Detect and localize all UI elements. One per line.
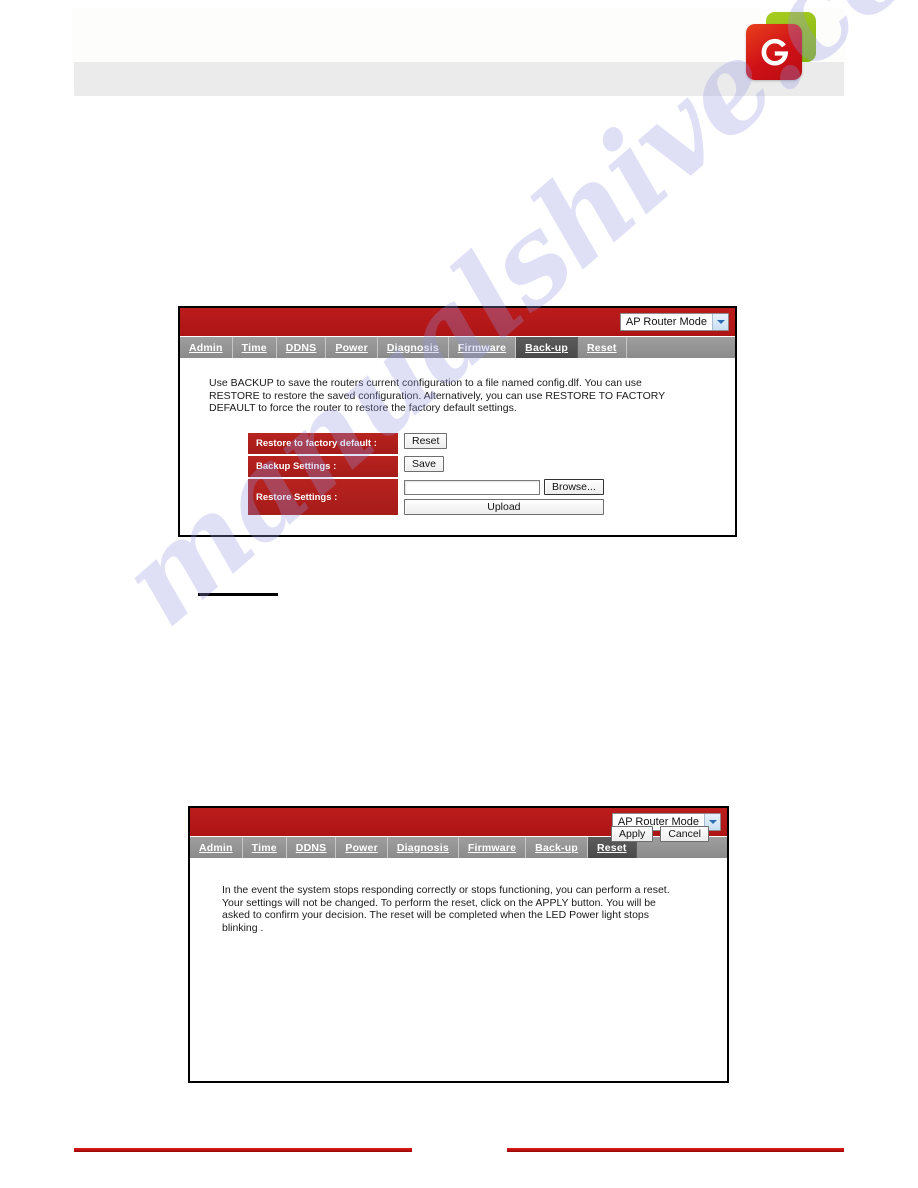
panel-topbar: AP Router Mode	[180, 308, 735, 336]
reset-description: In the event the system stops responding…	[222, 884, 670, 934]
reset-button[interactable]: Reset	[404, 433, 448, 449]
panel-action-buttons: Apply Cancel	[611, 826, 709, 842]
tab-time[interactable]: Time	[233, 337, 277, 358]
footer-rule-left	[74, 1148, 412, 1152]
tab-diagnosis[interactable]: Diagnosis	[378, 337, 449, 358]
tabbar-filler	[627, 337, 735, 358]
form-row-restore-factory-default: Restore to factory default : Reset	[248, 433, 688, 454]
section-underline-rule	[198, 593, 278, 596]
restore-file-input[interactable]	[404, 479, 540, 495]
router-admin-panel-backup: AP Router Mode Admin Time DDNS Power Dia…	[178, 306, 737, 537]
row-label-backup-settings: Backup Settings :	[248, 456, 398, 477]
row-label-restore-settings: Restore Settings :	[248, 479, 398, 515]
panel-tabbar: Admin Time DDNS Power Diagnosis Firmware…	[180, 336, 735, 358]
backup-form: Restore to factory default : Reset Backu…	[248, 433, 688, 517]
logo-red-square	[746, 24, 802, 80]
tab-backup[interactable]: Back-up	[526, 837, 588, 858]
router-admin-panel-reset: AP Router Mode Admin Time DDNS Power Dia…	[188, 806, 729, 1083]
tab-ddns[interactable]: DDNS	[277, 337, 327, 358]
operation-mode-value: AP Router Mode	[625, 316, 707, 328]
apply-button[interactable]: Apply	[611, 826, 654, 842]
logo-e-icon	[757, 34, 793, 70]
tab-admin[interactable]: Admin	[190, 837, 243, 858]
tab-power[interactable]: Power	[326, 337, 378, 358]
tab-ddns[interactable]: DDNS	[287, 837, 337, 858]
form-row-backup-settings: Backup Settings : Save	[248, 456, 688, 477]
tab-firmware[interactable]: Firmware	[459, 837, 527, 858]
upload-button[interactable]: Upload	[404, 499, 604, 515]
form-row-restore-settings: Restore Settings : Browse... Upload	[248, 479, 688, 515]
cancel-button[interactable]: Cancel	[660, 826, 709, 842]
save-button[interactable]: Save	[404, 456, 444, 472]
chevron-down-icon[interactable]	[712, 314, 728, 330]
footer-rule-right	[507, 1148, 844, 1152]
backup-description: Use BACKUP to save the routers current c…	[209, 377, 665, 414]
tab-diagnosis[interactable]: Diagnosis	[388, 837, 459, 858]
browse-button[interactable]: Browse...	[544, 479, 604, 495]
tab-power[interactable]: Power	[336, 837, 388, 858]
page-header	[74, 0, 844, 96]
brand-logo	[742, 8, 822, 90]
file-picker-row: Browse...	[404, 479, 604, 495]
row-field-backup-settings: Save	[398, 456, 444, 472]
header-band-gray	[74, 62, 844, 96]
row-label-restore-factory-default: Restore to factory default :	[248, 433, 398, 454]
row-field-restore-settings: Browse... Upload	[398, 479, 604, 515]
operation-mode-select[interactable]: AP Router Mode	[619, 313, 729, 331]
tab-backup[interactable]: Back-up	[516, 337, 578, 358]
row-field-restore-factory-default: Reset	[398, 433, 448, 449]
tab-firmware[interactable]: Firmware	[449, 337, 517, 358]
header-band-white	[74, 10, 844, 64]
tab-reset[interactable]: Reset	[578, 337, 627, 358]
tab-admin[interactable]: Admin	[180, 337, 233, 358]
tab-time[interactable]: Time	[243, 837, 287, 858]
